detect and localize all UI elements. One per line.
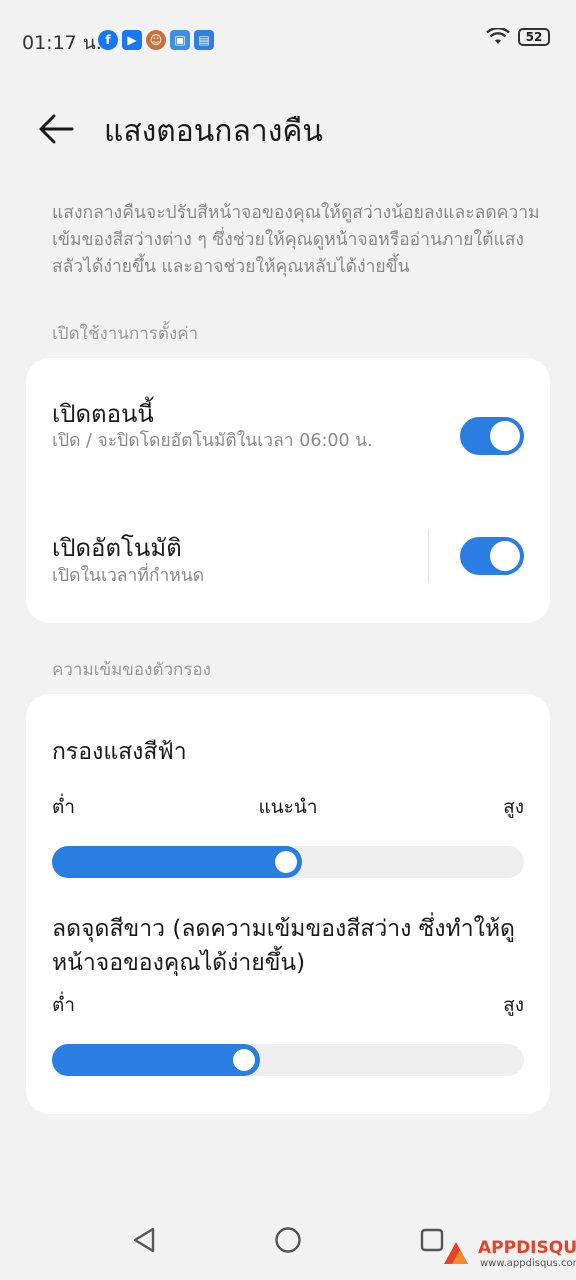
notification-icons: f ▶ ☺ ▣ ▤ [98, 30, 214, 50]
app-icon: ▣ [170, 30, 190, 50]
back-nav-icon [133, 1227, 155, 1253]
back-button[interactable] [36, 112, 76, 146]
row-subtitle: เปิดในเวลาที่กำหนด [52, 566, 205, 586]
row-subtitle: เปิด / จะปิดโดยอัตโนมัติในเวลา 06:00 น. [52, 431, 373, 451]
scale-low-label: ต่ำ [52, 994, 76, 1016]
blue-filter-scale-labels: ต่ำ แนะนำ สูง [52, 792, 524, 820]
blue-filter-title: กรองแสงสีฟ้า [52, 739, 187, 765]
slider-fill [52, 846, 302, 878]
status-indicators: 52 [486, 28, 550, 46]
blue-filter-slider[interactable] [52, 846, 524, 878]
toggle-turn-on-now[interactable] [460, 417, 524, 455]
appdisqus-logo-icon [444, 1242, 468, 1264]
home-nav-icon [275, 1227, 301, 1253]
white-point-scale-labels: ต่ำ สูง [52, 990, 524, 1018]
avatar-icon: ☺ [146, 30, 166, 50]
status-time: 01:17 น. [22, 32, 102, 54]
page-title: แสงตอนกลางคืน [104, 114, 323, 149]
watermark: APPDISQUS www.appdisqus.com [440, 1236, 576, 1276]
status-bar: 01:17 น. f ▶ ☺ ▣ ▤ 52 [0, 0, 576, 80]
battery-icon: 52 [518, 28, 550, 46]
slider-thumb[interactable] [275, 851, 297, 873]
battery-level: 52 [525, 30, 543, 44]
settings-card-filter: กรองแสงสีฟ้า ต่ำ แนะนำ สูง ลดจุดสีขาว (ล… [26, 694, 550, 1114]
section-label-filter: ความเข้มของตัวกรอง [52, 660, 211, 680]
white-point-title: ลดจุดสีขาว (ลดความเข้มของสีสว่าง ซึ่งทำใ… [52, 916, 515, 976]
arrow-left-icon [39, 114, 74, 144]
slider-thumb[interactable] [233, 1049, 255, 1071]
slider-fill [52, 1044, 260, 1076]
toggle-knob [490, 421, 520, 451]
facebook-icon: f [98, 30, 118, 50]
toggle-auto-on[interactable] [460, 537, 524, 575]
white-point-slider[interactable] [52, 1044, 524, 1076]
settings-card-enable: เปิดตอนนี้ เปิด / จะปิดโดยอัตโนมัติในเวล… [26, 358, 550, 623]
toggle-knob [490, 541, 520, 571]
divider [428, 530, 429, 582]
nav-back-button[interactable] [124, 1220, 164, 1260]
section-label-enable: เปิดใช้งานการตั้งค่า [52, 324, 199, 344]
scale-high-label: สูง [503, 796, 524, 818]
watermark-url: www.appdisqus.com [480, 1258, 576, 1269]
header: แสงตอนกลางคืน [0, 100, 576, 160]
watermark-brand: APPDISQUS [478, 1238, 576, 1258]
scale-recommended-label: แนะนำ [258, 796, 318, 818]
description-text: แสงกลางคืนจะปรับสีหน้าจอของคุณให้ดูสว่าง… [52, 203, 540, 277]
nav-home-button[interactable] [268, 1220, 308, 1260]
news-icon: ▤ [194, 30, 214, 50]
wifi-icon [486, 28, 510, 44]
play-icon: ▶ [122, 30, 142, 50]
scale-high-label: สูง [503, 994, 524, 1016]
